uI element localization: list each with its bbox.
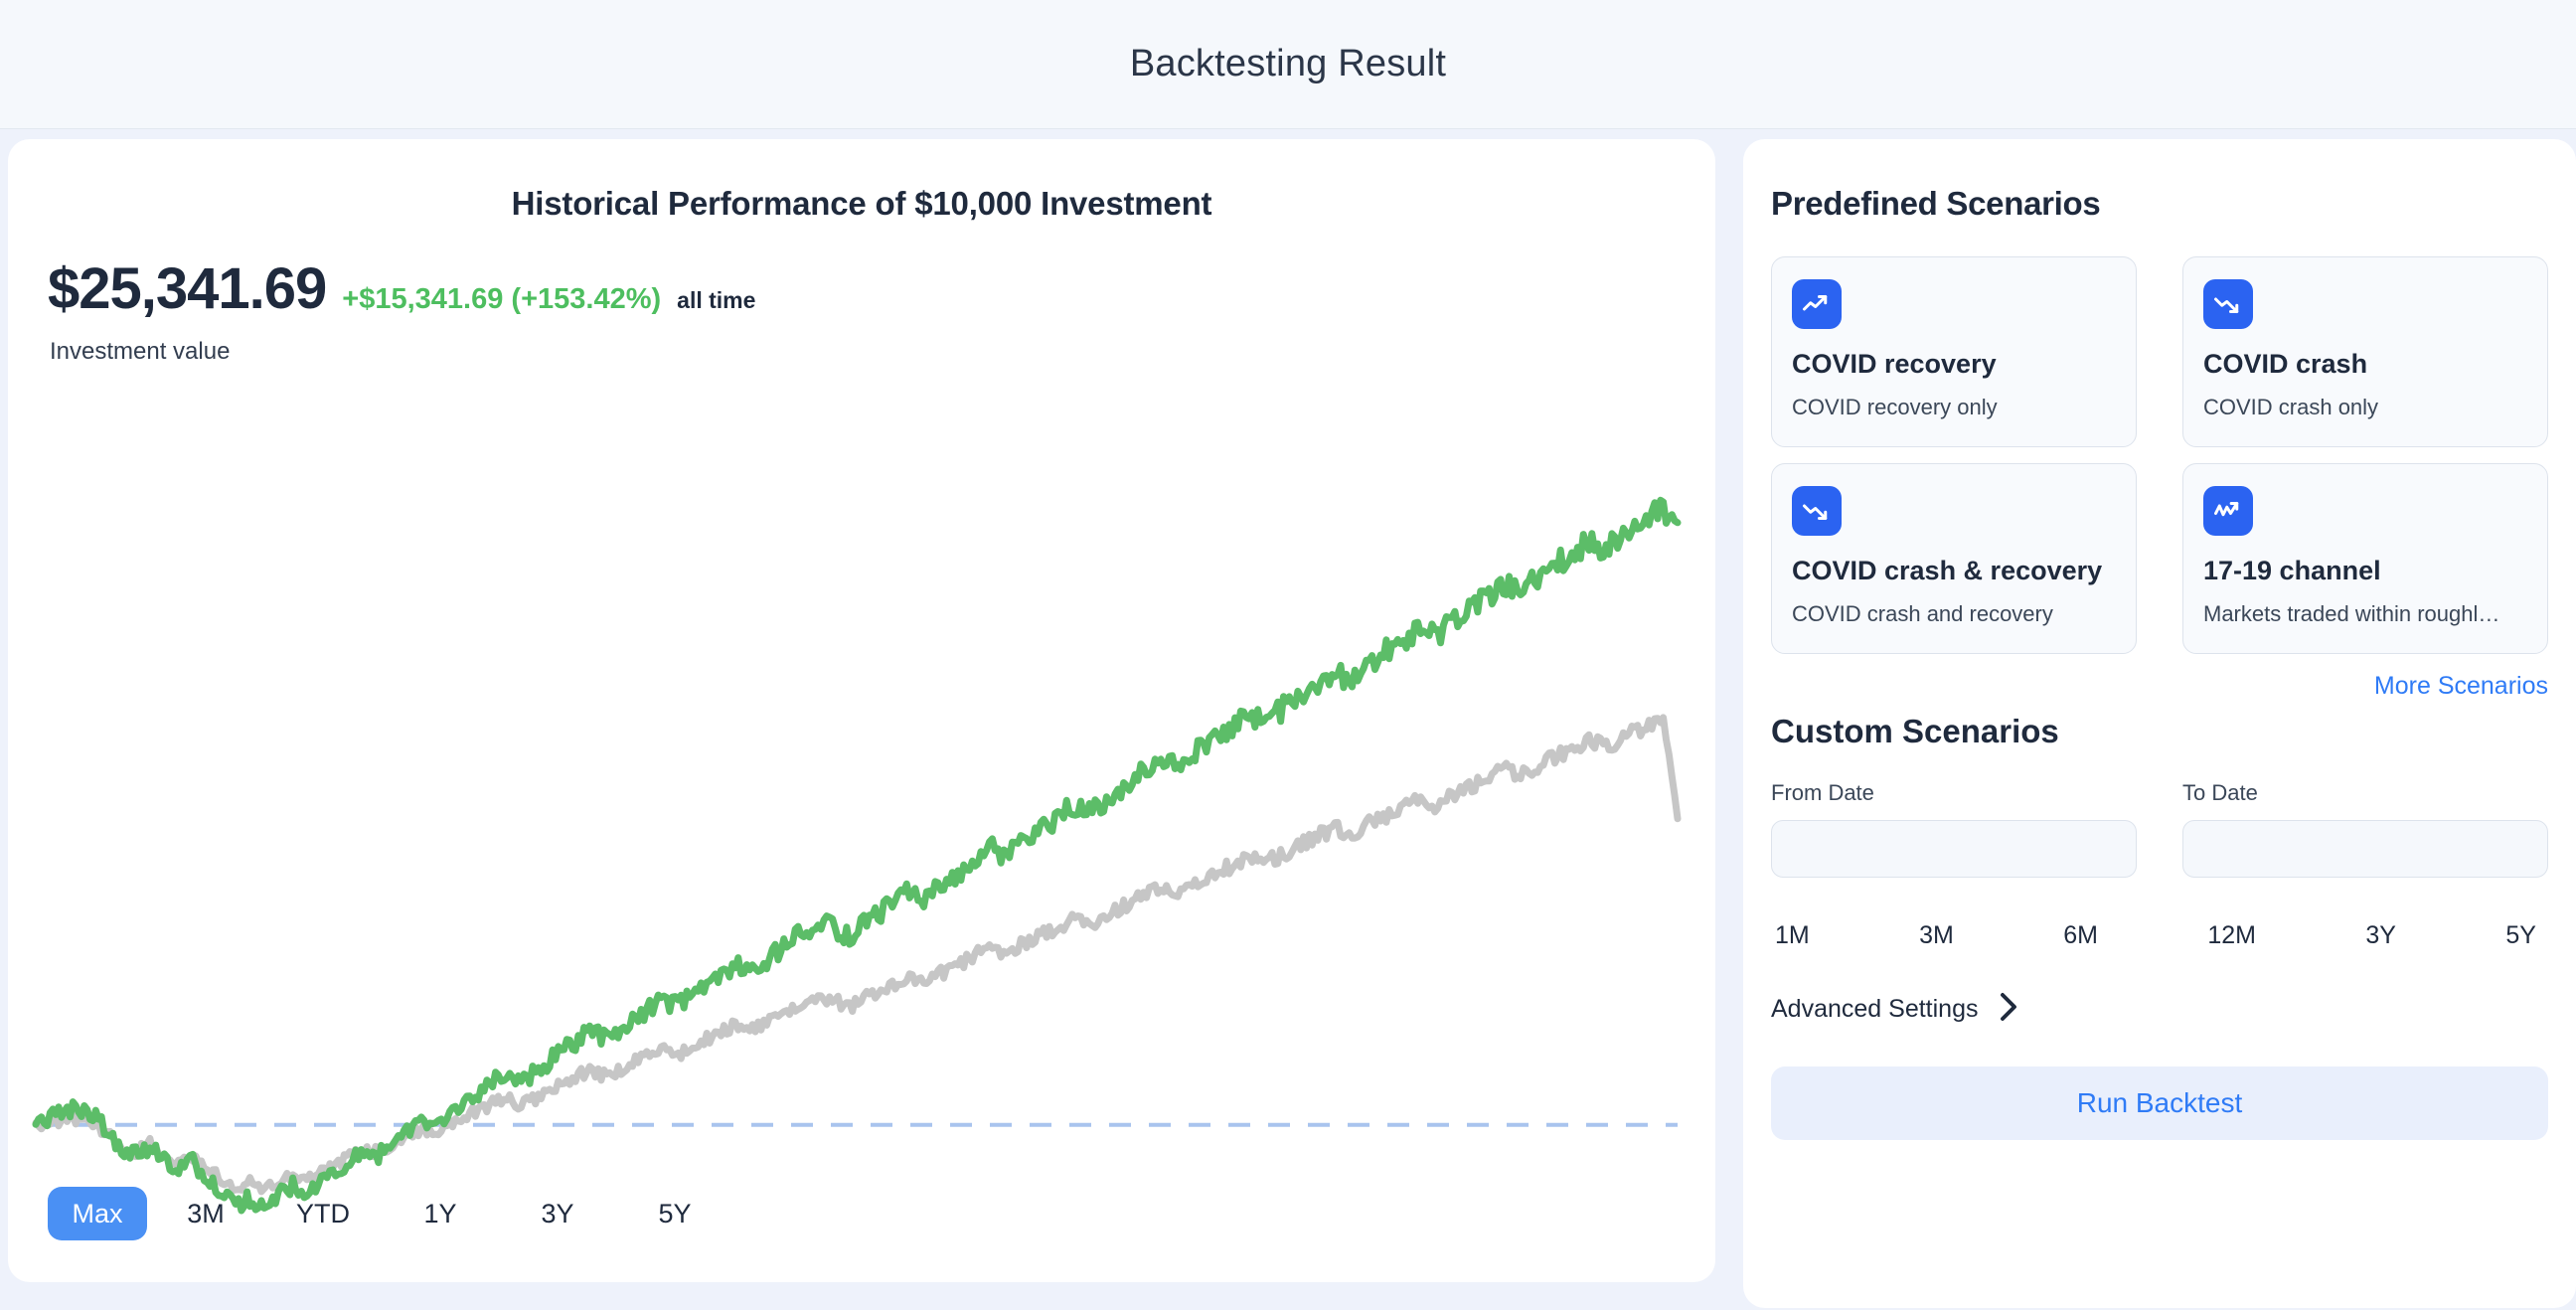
from-date-label: From Date [1771, 779, 1874, 805]
predefined-scenarios-grid: COVID recovery COVID recovery only COVID… [1771, 256, 2548, 654]
investment-value-caption: Investment value [50, 338, 231, 365]
scenario-description: COVID crash and recovery [1792, 600, 2053, 626]
quick-range-3y[interactable]: 3Y [2365, 921, 2396, 950]
chevron-right-icon [1998, 992, 2019, 1027]
scenario-description: Markets traded within roughl… [2203, 600, 2500, 626]
from-date-field: From Date [1771, 780, 2137, 878]
scenario-card-covid-recovery[interactable]: COVID recovery COVID recovery only [1771, 256, 2137, 447]
scenario-name: COVID recovery [1792, 349, 1997, 379]
range-button-max[interactable]: Max [48, 1187, 147, 1240]
scenario-panel: Predefined Scenarios COVID recovery COVI… [1743, 139, 2576, 1308]
to-date-field: To Date [2182, 780, 2548, 878]
to-date-label: To Date [2182, 779, 2258, 805]
scenario-name: COVID crash & recovery [1792, 555, 2103, 585]
scenario-name: COVID crash [2203, 349, 2368, 379]
quick-range-1m[interactable]: 1M [1775, 921, 1810, 950]
quick-range-12m[interactable]: 12M [2207, 921, 2256, 950]
range-button-ytd[interactable]: YTD [264, 1187, 382, 1240]
advanced-settings-toggle[interactable]: Advanced Settings [1771, 992, 2548, 1027]
chart-card: Historical Performance of $10,000 Invest… [8, 139, 1715, 1282]
run-backtest-button[interactable]: Run Backtest [1771, 1065, 2548, 1140]
page-title: Backtesting Result [1129, 43, 1447, 84]
scenario-name: 17-19 channel [2203, 555, 2381, 585]
range-button-3y[interactable]: 3Y [499, 1187, 616, 1240]
chart-title: Historical Performance of $10,000 Invest… [511, 185, 1212, 222]
investment-delta: +$15,341.69 (+153.42%) [342, 283, 662, 315]
scenario-card-covid-crash-and-recovery[interactable]: COVID crash & recovery COVID crash and r… [1771, 462, 2137, 654]
custom-date-row: From Date To Date [1771, 780, 2548, 878]
activity-up-icon [2203, 485, 2253, 536]
investment-period-note: all time [677, 287, 756, 313]
app-header: Backtesting Result [0, 0, 2576, 129]
investment-value-row: $25,341.69 +$15,341.69 (+153.42%) all ti… [8, 223, 1715, 322]
range-button-1y[interactable]: 1Y [382, 1187, 499, 1240]
trending-down-icon [1792, 485, 1842, 536]
quick-range-5y[interactable]: 5Y [2505, 921, 2536, 950]
performance-chart [8, 467, 1715, 1282]
scenario-description: COVID crash only [2203, 394, 2379, 419]
investment-value: $25,341.69 [48, 256, 327, 321]
scenario-card-17-19-channel[interactable]: 17-19 channel Markets traded within roug… [2182, 462, 2548, 654]
quick-range-row: 1M 3M 6M 12M 3Y 5Y [1771, 921, 2548, 950]
trending-down-icon [2203, 279, 2253, 329]
quick-range-3m[interactable]: 3M [1919, 921, 1954, 950]
range-button-3m[interactable]: 3M [147, 1187, 264, 1240]
more-scenarios-link[interactable]: More Scenarios [1771, 672, 2548, 701]
scenario-description: COVID recovery only [1792, 394, 1998, 419]
quick-range-6m[interactable]: 6M [2063, 921, 2098, 950]
advanced-settings-label: Advanced Settings [1771, 994, 1979, 1023]
page-body: Historical Performance of $10,000 Invest… [0, 129, 2576, 1310]
predefined-scenarios-heading: Predefined Scenarios [1771, 185, 2101, 222]
benchmark-line [32, 714, 1682, 1196]
portfolio-line [32, 496, 1682, 1215]
chart-svg [32, 496, 1682, 1215]
custom-scenarios-heading: Custom Scenarios [1771, 712, 2059, 749]
from-date-input[interactable] [1771, 819, 2137, 878]
range-selector: Max 3M YTD 1Y 3Y 5Y [48, 1187, 733, 1240]
range-button-5y[interactable]: 5Y [616, 1187, 733, 1240]
scenario-card-covid-crash[interactable]: COVID crash COVID crash only [2182, 256, 2548, 447]
trending-up-icon [1792, 279, 1842, 329]
to-date-input[interactable] [2182, 819, 2548, 878]
